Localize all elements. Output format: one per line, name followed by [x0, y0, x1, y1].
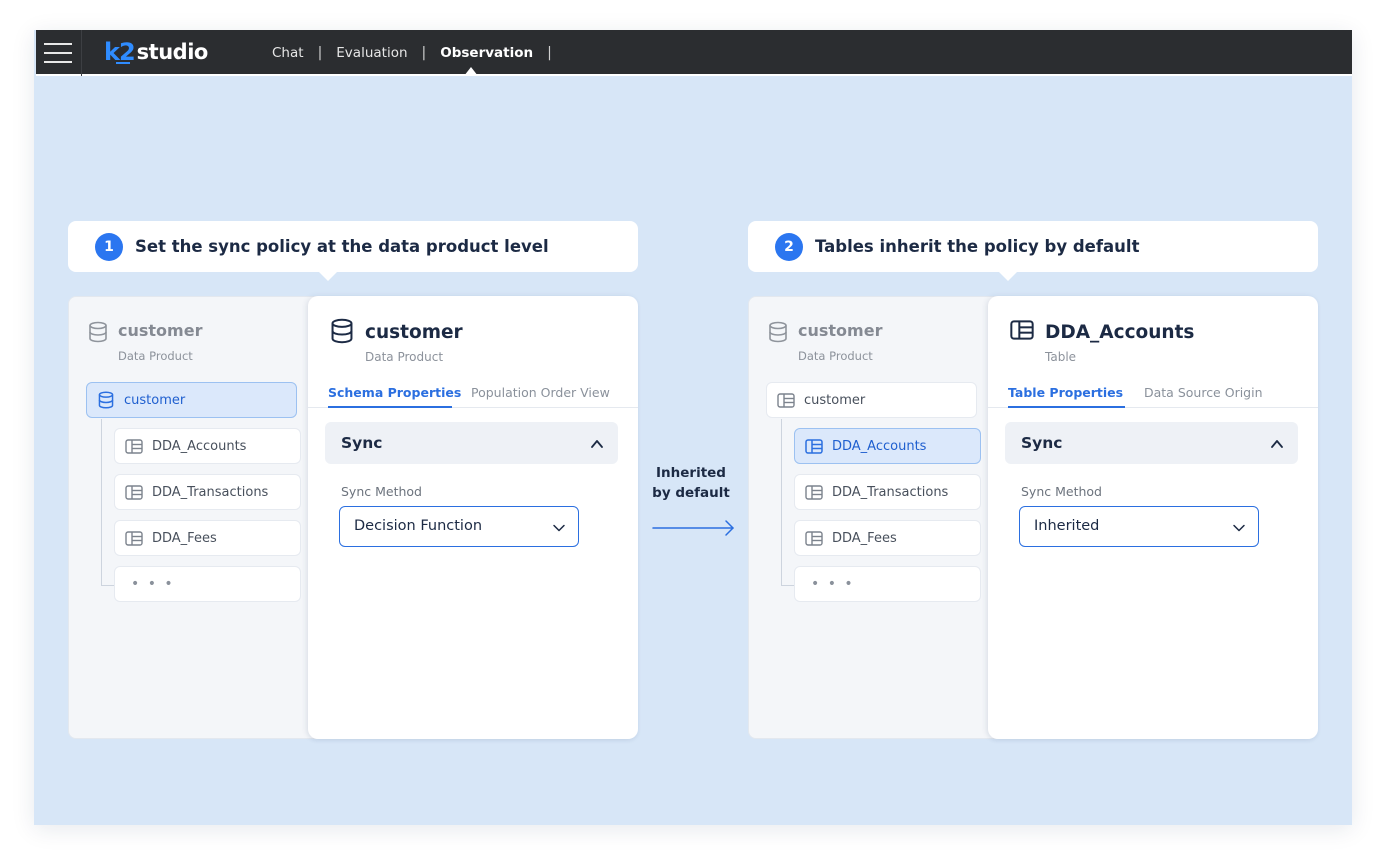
- step2-detail-pane: DDA_Accounts Table Table Properties Data…: [988, 296, 1318, 739]
- sync-method-select[interactable]: Decision Function: [339, 506, 579, 547]
- sync-section-title: Sync: [1021, 434, 1063, 452]
- active-tab-underline: [328, 406, 452, 408]
- menu-icon: [44, 52, 72, 54]
- chevron-down-icon: [1232, 520, 1246, 539]
- active-nav-indicator: [464, 67, 478, 76]
- table-icon: [125, 438, 143, 454]
- tree-node-customer[interactable]: customer: [86, 382, 297, 418]
- sync-method-label: Sync Method: [341, 484, 422, 499]
- tree-node-dda-fees[interactable]: DDA_Fees: [114, 520, 301, 556]
- database-icon: [97, 391, 115, 409]
- active-tab-underline: [1008, 406, 1125, 408]
- detail-subtitle: Table: [1045, 350, 1077, 364]
- detail-subtitle: Data Product: [365, 350, 444, 364]
- nav-separator: |: [547, 45, 552, 61]
- sync-method-select[interactable]: Inherited: [1019, 506, 1259, 547]
- step1-panel: customer Data Product customer DDA_Accou…: [68, 296, 638, 739]
- tree-root-title: customer: [798, 321, 883, 340]
- database-icon: [330, 318, 354, 348]
- more-icon: • • •: [811, 576, 855, 592]
- tab-table-properties[interactable]: Table Properties: [1008, 385, 1123, 400]
- tree-node-dda-accounts[interactable]: DDA_Accounts: [114, 428, 301, 464]
- tree-node-label: DDA_Fees: [832, 530, 897, 546]
- chevron-up-icon[interactable]: [1270, 436, 1284, 455]
- tree-node-dda-fees[interactable]: DDA_Fees: [794, 520, 981, 556]
- sync-method-value: Decision Function: [354, 518, 483, 534]
- inherit-line1: Inherited: [656, 465, 726, 481]
- sync-section-header[interactable]: Sync: [1005, 422, 1298, 464]
- detail-tabs: Schema Properties Population Order View: [308, 382, 638, 408]
- tree-connector: [781, 585, 795, 586]
- tree-node-label: customer: [124, 392, 186, 408]
- main-nav: Chat | Evaluation | Observation |: [258, 30, 552, 76]
- table-icon: [777, 392, 795, 408]
- callout-tail: [318, 271, 338, 281]
- step2-number-badge: 2: [775, 232, 803, 261]
- tree-connector: [101, 419, 102, 585]
- tree-node-dda-transactions[interactable]: DDA_Transactions: [114, 474, 301, 510]
- detail-tabs: Table Properties Data Source Origin: [988, 382, 1318, 408]
- tab-population-order-view[interactable]: Population Order View: [471, 385, 610, 400]
- nav-observation[interactable]: Observation: [426, 45, 547, 61]
- nav-evaluation[interactable]: Evaluation: [322, 45, 421, 61]
- tree-node-label: DDA_Accounts: [152, 438, 247, 454]
- brand-studio: studio: [136, 40, 209, 64]
- more-icon: • • •: [131, 576, 175, 592]
- tree-node-label: DDA_Fees: [152, 530, 217, 546]
- tree-node-label: DDA_Transactions: [832, 484, 949, 500]
- tree-connector: [101, 585, 115, 586]
- database-icon: [768, 321, 788, 347]
- step1-number-badge: 1: [95, 232, 123, 261]
- step1-detail-pane: customer Data Product Schema Properties …: [308, 296, 638, 739]
- sync-method-label: Sync Method: [1021, 484, 1102, 499]
- tree-connector: [781, 419, 782, 585]
- step2-tree-pane: customer Data Product customer DDA_Accou…: [748, 296, 998, 739]
- inherited-by-default-label: Inherited by default: [634, 463, 748, 503]
- detail-title: DDA_Accounts: [1045, 322, 1195, 343]
- tree-root-subtitle: Data Product: [798, 349, 873, 363]
- inherit-line2: by default: [652, 485, 730, 501]
- tree-node-customer[interactable]: customer: [766, 382, 977, 418]
- tab-data-source-origin[interactable]: Data Source Origin: [1144, 385, 1263, 400]
- tree-node-label: customer: [804, 392, 866, 408]
- tree-node-more[interactable]: • • •: [794, 566, 981, 602]
- tree-root-title: customer: [118, 321, 203, 340]
- table-icon: [125, 530, 143, 546]
- sync-method-value: Inherited: [1034, 518, 1100, 534]
- tree-node-label: DDA_Transactions: [152, 484, 269, 500]
- nav-chat[interactable]: Chat: [258, 45, 318, 61]
- step1-callout: 1 Set the sync policy at the data produc…: [68, 221, 638, 281]
- menu-icon: [44, 61, 72, 63]
- step1-text: Set the sync policy at the data product …: [135, 237, 549, 256]
- step2-callout: 2 Tables inherit the policy by default: [748, 221, 1318, 281]
- tree-root-subtitle: Data Product: [118, 349, 193, 363]
- chevron-down-icon: [552, 520, 566, 539]
- step1-tree-pane: customer Data Product customer DDA_Accou…: [68, 296, 318, 739]
- brand-k2-underline: [116, 62, 130, 64]
- table-icon: [1010, 320, 1034, 344]
- tree-node-more[interactable]: • • •: [114, 566, 301, 602]
- step2-text: Tables inherit the policy by default: [815, 237, 1140, 256]
- menu-button[interactable]: [36, 30, 82, 76]
- menu-icon: [44, 43, 72, 45]
- table-icon: [805, 484, 823, 500]
- detail-title: customer: [365, 322, 463, 343]
- table-icon: [125, 484, 143, 500]
- callout-tail: [998, 271, 1018, 281]
- chevron-up-icon[interactable]: [590, 436, 604, 455]
- brand-logo[interactable]: k2 studio: [104, 38, 208, 66]
- top-bar: k2 studio Chat | Evaluation | Observatio…: [36, 30, 1352, 76]
- tree-node-dda-accounts[interactable]: DDA_Accounts: [794, 428, 981, 464]
- app-frame: k2 studio Chat | Evaluation | Observatio…: [34, 30, 1352, 825]
- tree-node-dda-transactions[interactable]: DDA_Transactions: [794, 474, 981, 510]
- sync-section-header[interactable]: Sync: [325, 422, 618, 464]
- sync-section-title: Sync: [341, 434, 383, 452]
- tree-node-label: DDA_Accounts: [832, 438, 927, 454]
- table-icon: [805, 438, 823, 454]
- arrow-right-icon: [652, 518, 736, 542]
- database-icon: [88, 321, 108, 347]
- table-icon: [805, 530, 823, 546]
- tab-schema-properties[interactable]: Schema Properties: [328, 385, 461, 400]
- step2-panel: customer Data Product customer DDA_Accou…: [748, 296, 1318, 739]
